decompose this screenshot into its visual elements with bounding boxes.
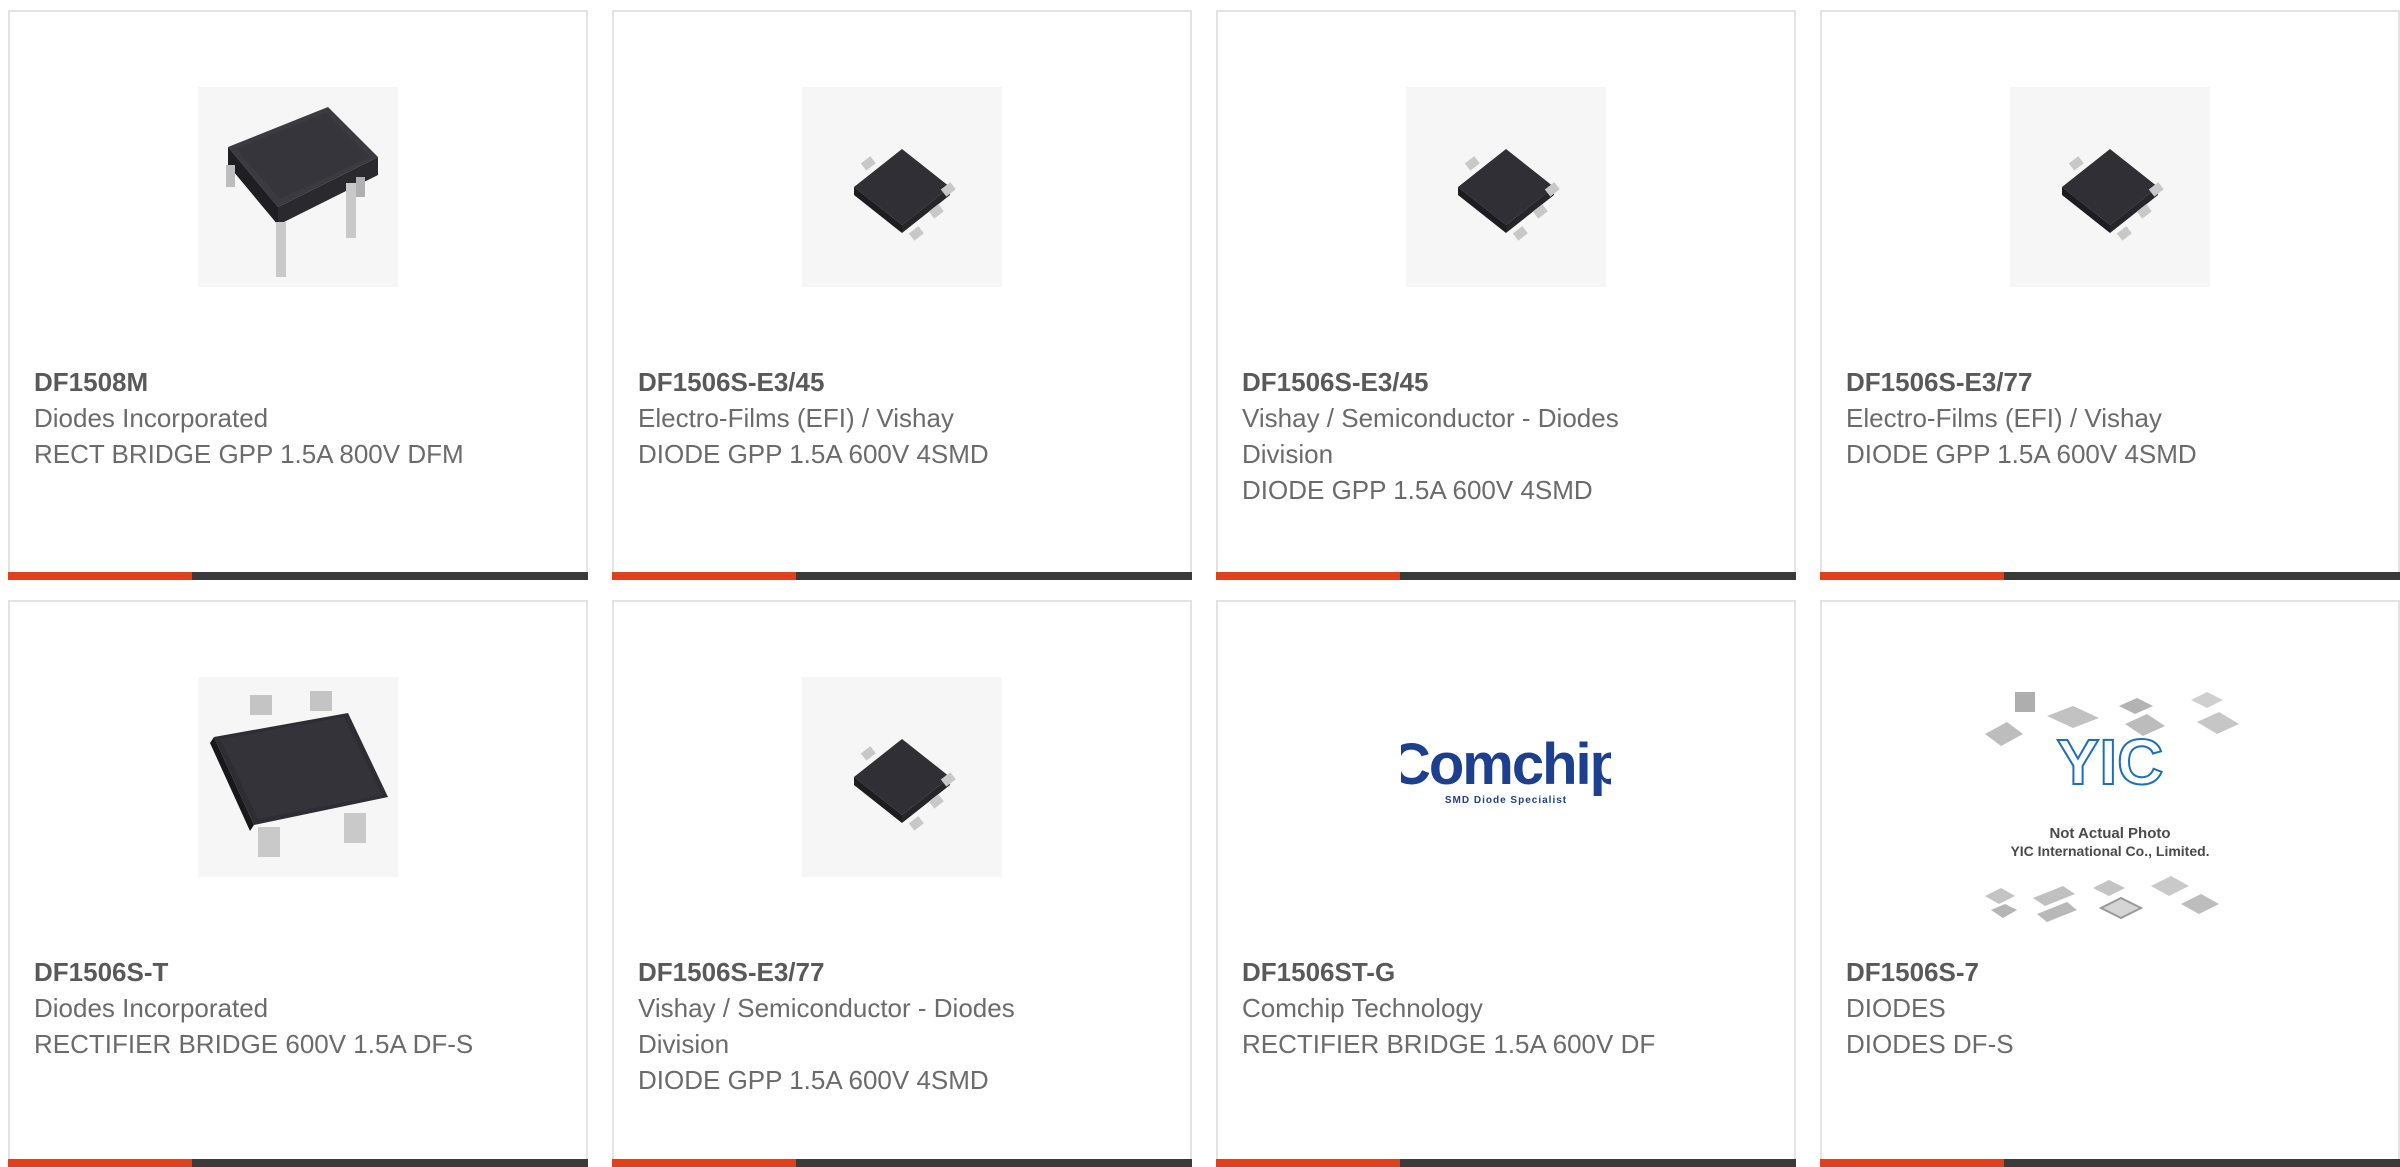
product-card[interactable]: DF1506S-E3/45 Electro-Films (EFI) / Vish… [612, 10, 1192, 580]
description: DIODES DF-S [1846, 1029, 2014, 1059]
manufacturer: Diodes Incorporated [34, 993, 269, 1023]
part-number[interactable]: DF1506S-E3/45 [638, 364, 1078, 400]
comchip-logo-tagline: SMD Diode Specialist [1445, 795, 1567, 806]
card-bottom-bar [8, 572, 588, 580]
yic-company-name: YIC International Co., Limited. [2010, 843, 2209, 859]
card-bottom-bar [1216, 572, 1796, 580]
card-bar-accent [1216, 1159, 1400, 1167]
product-card[interactable]: DF1506S-E3/77 Vishay / Semiconductor - D… [612, 600, 1192, 1167]
card-bottom-bar [1820, 572, 2400, 580]
product-image [1401, 82, 1611, 292]
product-card[interactable]: DF1506S-T Diodes Incorporated RECTIFIER … [8, 600, 588, 1167]
card-bar-accent [1820, 1159, 2004, 1167]
part-number[interactable]: DF1506ST-G [1242, 954, 1682, 990]
manufacturer: Comchip Technology [1242, 993, 1483, 1023]
manufacturer: Electro-Films (EFI) / Vishay [1846, 403, 2162, 433]
manufacturer: Vishay / Semiconductor - Diodes Division [1242, 403, 1619, 469]
product-image [2005, 82, 2215, 292]
product-image [193, 672, 403, 882]
comchip-logo-text: Comchip [1401, 732, 1611, 797]
card-bar-accent [8, 1159, 192, 1167]
part-number[interactable]: DF1506S-E3/77 [1846, 364, 2286, 400]
part-number[interactable]: DF1506S-E3/77 [638, 954, 1078, 990]
product-image [797, 82, 1007, 292]
yic-logo-mark: YIC [2057, 726, 2164, 798]
part-number[interactable]: DF1506S-E3/45 [1242, 364, 1682, 400]
product-card[interactable]: DF1508M Diodes Incorporated RECT BRIDGE … [8, 10, 588, 580]
part-number[interactable]: DF1506S-T [34, 954, 474, 990]
description: RECTIFIER BRIDGE 600V 1.5A DF-S [34, 1029, 474, 1059]
card-bottom-bar [1820, 1159, 2400, 1167]
manufacturer: Electro-Films (EFI) / Vishay [638, 403, 954, 433]
description: RECT BRIDGE GPP 1.5A 800V DFM [34, 439, 464, 469]
description: DIODE GPP 1.5A 600V 4SMD [638, 439, 989, 469]
card-bottom-bar [1216, 1159, 1796, 1167]
card-bar-accent [8, 572, 192, 580]
product-image: Comchip SMD Diode Specialist [1401, 672, 1611, 882]
product-image: YIC Not Actual Photo YIC International C… [1975, 692, 2245, 942]
card-bottom-bar [612, 572, 1192, 580]
card-bar-accent [612, 1159, 796, 1167]
product-card[interactable]: YIC Not Actual Photo YIC International C… [1820, 600, 2400, 1167]
product-card[interactable]: DF1506S-E3/45 Vishay / Semiconductor - D… [1216, 10, 1796, 580]
manufacturer: DIODES [1846, 993, 1946, 1023]
description: RECTIFIER BRIDGE 1.5A 600V DF [1242, 1029, 1656, 1059]
part-number[interactable]: DF1506S-7 [1846, 954, 2286, 990]
product-card[interactable]: Comchip SMD Diode Specialist DF1506ST-G … [1216, 600, 1796, 1167]
manufacturer: Diodes Incorporated [34, 403, 269, 433]
product-image [193, 82, 403, 292]
card-bar-accent [612, 572, 796, 580]
part-number[interactable]: DF1508M [34, 364, 474, 400]
card-bottom-bar [8, 1159, 588, 1167]
card-bar-accent [1216, 572, 1400, 580]
card-bottom-bar [612, 1159, 1192, 1167]
description: DIODE GPP 1.5A 600V 4SMD [1242, 475, 1593, 505]
manufacturer: Vishay / Semiconductor - Diodes Division [638, 993, 1015, 1059]
yic-not-actual-photo: Not Actual Photo [2049, 825, 2170, 842]
card-bar-accent [1820, 572, 2004, 580]
product-image [797, 672, 1007, 882]
description: DIODE GPP 1.5A 600V 4SMD [1846, 439, 2197, 469]
product-card[interactable]: DF1506S-E3/77 Electro-Films (EFI) / Vish… [1820, 10, 2400, 580]
description: DIODE GPP 1.5A 600V 4SMD [638, 1065, 989, 1095]
